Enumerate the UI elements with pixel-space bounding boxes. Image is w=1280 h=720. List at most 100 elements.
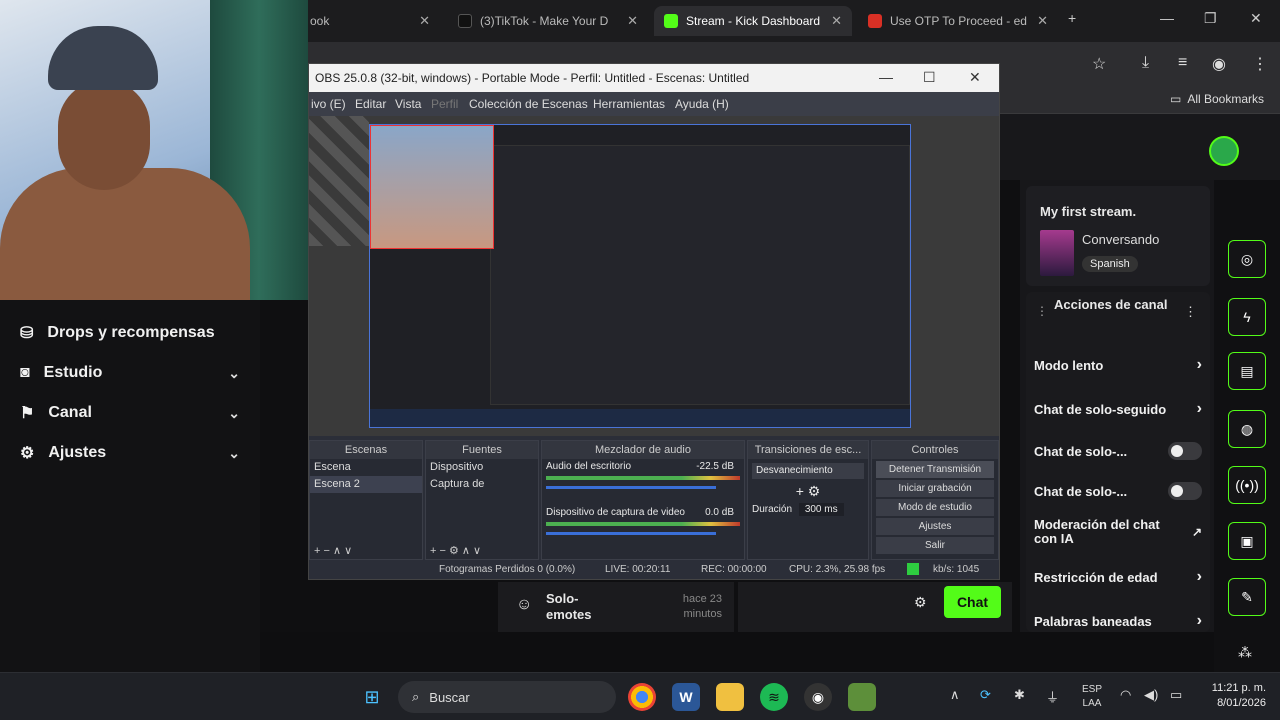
- notes-icon[interactable]: ▤: [1228, 352, 1266, 390]
- file-explorer-icon[interactable]: [716, 683, 744, 711]
- slow-mode-row[interactable]: Modo lento ›: [1034, 356, 1202, 374]
- star-icon[interactable]: ☆: [1092, 54, 1106, 74]
- minimize-icon[interactable]: —: [1160, 10, 1174, 26]
- close-icon[interactable]: ✕: [1037, 13, 1048, 29]
- subs-only-toggle[interactable]: [1168, 442, 1202, 460]
- sync-icon[interactable]: ⟳: [980, 687, 991, 703]
- nested-screen: [490, 145, 910, 405]
- sidebar-item-canal[interactable]: ⚑ Canal ⌄: [20, 399, 240, 427]
- webcam-overlay: [0, 0, 308, 300]
- clip-icon[interactable]: ◎: [1228, 240, 1266, 278]
- restore-icon[interactable]: ❐: [1204, 10, 1217, 27]
- tab-tiktok[interactable]: (3)TikTok - Make Your D ✕: [448, 6, 648, 36]
- obs-titlebar: OBS 25.0.8 (32-bit, windows) - Portable …: [309, 64, 999, 92]
- download-icon[interactable]: ⤓: [1142, 54, 1149, 72]
- bolt-icon[interactable]: ϟ: [1228, 298, 1266, 336]
- menu-file[interactable]: ivo (E): [311, 97, 346, 111]
- scene-item[interactable]: Escena 2: [310, 476, 422, 493]
- close-icon[interactable]: ✕: [627, 13, 638, 29]
- clock[interactable]: 11:21 p. m. 8/01/2026: [1212, 681, 1266, 711]
- avatar[interactable]: [1209, 136, 1239, 166]
- exit-button[interactable]: Salir: [876, 537, 994, 554]
- bluetooth-icon[interactable]: ✱: [1014, 687, 1025, 703]
- wrench-icon[interactable]: ✎: [1228, 578, 1266, 616]
- more-icon[interactable]: ⋮: [1184, 304, 1197, 320]
- tab-kick-dashboard[interactable]: Stream - Kick Dashboard ✕: [654, 6, 852, 36]
- broadcast-icon[interactable]: ((•)): [1228, 466, 1266, 504]
- wifi-icon[interactable]: ◠: [1120, 687, 1131, 703]
- word-icon[interactable]: W: [672, 683, 700, 711]
- minecraft-icon[interactable]: [848, 683, 876, 711]
- volume-slider[interactable]: [546, 486, 716, 489]
- chevron-right-icon: ›: [1196, 568, 1202, 585]
- obs-window: OBS 25.0.8 (32-bit, windows) - Portable …: [308, 63, 1000, 580]
- age-restriction-row[interactable]: Restricción de edad ›: [1034, 568, 1202, 586]
- ai-moderation-row[interactable]: Moderación del chat con IA ↗: [1034, 518, 1202, 546]
- stream-info-card[interactable]: My first stream. Conversando Spanish: [1026, 186, 1210, 286]
- volume-meter: [546, 522, 740, 526]
- tiktok-icon: [458, 14, 472, 28]
- studio-mode-button[interactable]: Modo de estudio: [876, 499, 994, 516]
- layout-icon[interactable]: ▣: [1228, 522, 1266, 560]
- all-bookmarks[interactable]: ▭ All Bookmarks: [1170, 92, 1264, 106]
- menu-view[interactable]: Vista: [395, 97, 421, 111]
- minimize-icon[interactable]: —: [879, 69, 893, 85]
- close-icon[interactable]: ✕: [831, 13, 842, 29]
- tab-gmail[interactable]: Use OTP To Proceed - ed ✕: [858, 6, 1058, 36]
- share-icon[interactable]: ⁂: [1238, 644, 1252, 661]
- scene-item[interactable]: Escena: [310, 459, 422, 476]
- start-recording-button[interactable]: Iniciar grabación: [876, 480, 994, 497]
- add-transition[interactable]: + ⚙: [748, 483, 868, 500]
- settings-button[interactable]: Ajustes: [876, 518, 994, 535]
- chat-icon[interactable]: ◍: [1228, 410, 1266, 448]
- obs-preview[interactable]: [309, 116, 999, 436]
- obs-menubar: ivo (E) Editar Vista Perfil Colección de…: [309, 92, 999, 116]
- profile-icon[interactable]: ◉: [1212, 54, 1226, 74]
- volume-icon[interactable]: ◀): [1144, 687, 1158, 703]
- source-controls[interactable]: + − ⚙ ∧ ∨: [430, 544, 481, 557]
- stop-streaming-button[interactable]: Detener Transmisión: [876, 461, 994, 478]
- battery-icon[interactable]: ▭: [1170, 687, 1182, 703]
- menu-edit[interactable]: Editar: [355, 97, 386, 111]
- spotify-icon[interactable]: ≋: [760, 683, 788, 711]
- menu-icon[interactable]: ⋮: [1252, 54, 1268, 74]
- controls-dock: Controles Detener Transmisión Iniciar gr…: [871, 440, 999, 560]
- duration-input[interactable]: 300 ms: [798, 503, 844, 516]
- close-icon[interactable]: ✕: [969, 69, 981, 86]
- source-item[interactable]: Dispositivo: [426, 459, 538, 476]
- close-window-icon[interactable]: ✕: [1250, 10, 1262, 27]
- chrome-icon[interactable]: [628, 683, 656, 711]
- usb-icon[interactable]: ⏚: [1046, 687, 1059, 706]
- taskbar-search[interactable]: ⌕ Buscar: [398, 681, 616, 713]
- sidebar-item-drops[interactable]: ⛁ Drops y recompensas: [20, 319, 240, 347]
- sidebar-item-ajustes[interactable]: ⚙ Ajustes ⌄: [20, 439, 240, 467]
- banned-words-row[interactable]: Palabras baneadas ›: [1034, 612, 1202, 630]
- tab-facebook[interactable]: ook ✕: [300, 6, 440, 36]
- transition-select[interactable]: Desvanecimiento: [752, 463, 864, 479]
- close-icon[interactable]: ✕: [419, 13, 430, 29]
- source-item[interactable]: Captura de: [426, 476, 538, 493]
- nested-taskbar: [370, 409, 910, 427]
- media-icon[interactable]: ≡: [1178, 54, 1187, 72]
- volume-slider[interactable]: [546, 532, 716, 535]
- external-link-icon: ↗: [1191, 525, 1202, 539]
- channel-icon: ⚑: [20, 405, 35, 422]
- emotes-only-toggle[interactable]: [1168, 482, 1202, 500]
- chat-mode-label: Solo-emotes: [546, 591, 592, 622]
- scene-controls[interactable]: + − ∧ ∨: [314, 544, 352, 557]
- windows-start-icon[interactable]: ⊞: [358, 683, 386, 711]
- language-indicator[interactable]: ESP LAA: [1082, 683, 1102, 711]
- menu-profile[interactable]: Perfil: [431, 97, 458, 111]
- grip-icon[interactable]: ⋮: [1036, 304, 1048, 318]
- chat-send-button[interactable]: Chat: [944, 586, 1001, 618]
- gear-icon[interactable]: ⚙: [914, 594, 927, 611]
- chevron-up-icon[interactable]: ∧: [950, 687, 960, 703]
- menu-tools[interactable]: Herramientas: [593, 97, 665, 111]
- sidebar-item-estudio[interactable]: ◙ Estudio ⌄: [20, 359, 240, 387]
- obs-icon[interactable]: ◉: [804, 683, 832, 711]
- menu-scene-collection[interactable]: Colección de Escenas: [469, 97, 588, 111]
- maximize-icon[interactable]: ☐: [923, 69, 936, 86]
- followers-only-row[interactable]: Chat de solo-seguido ›: [1034, 400, 1202, 418]
- menu-help[interactable]: Ayuda (H): [675, 97, 729, 111]
- new-tab-button[interactable]: +: [1068, 10, 1076, 26]
